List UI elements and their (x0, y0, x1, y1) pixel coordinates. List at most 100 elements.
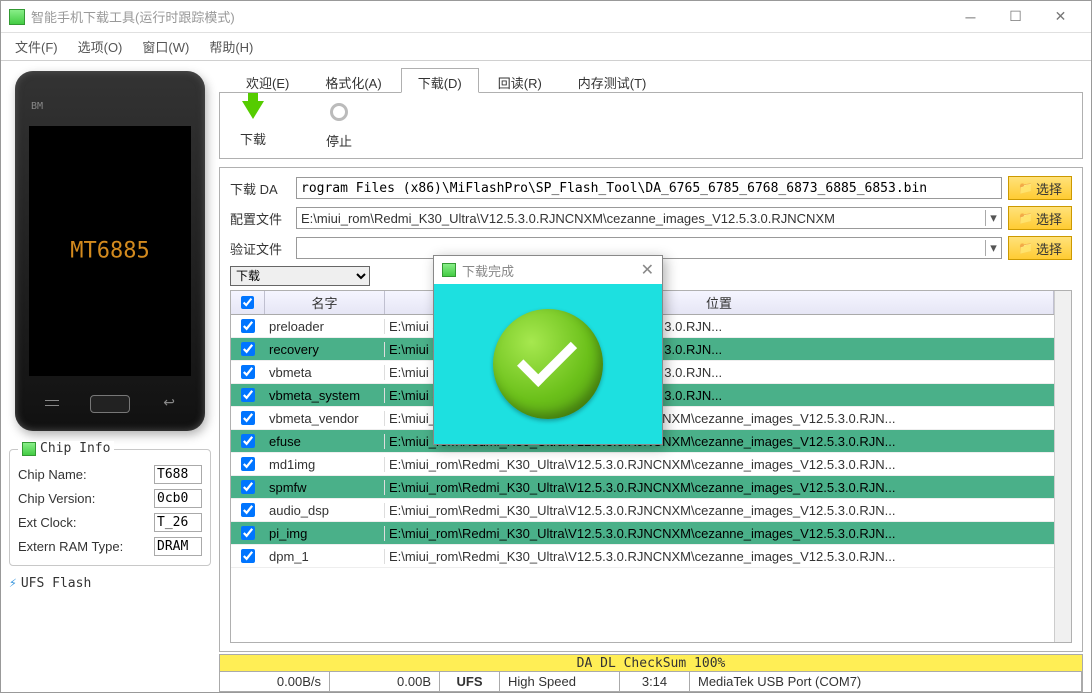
maximize-button[interactable]: ☐ (993, 2, 1038, 32)
status-storage: UFS (440, 672, 500, 691)
menu-file[interactable]: 文件(F) (5, 33, 68, 60)
tab-download[interactable]: 下载(D) (401, 68, 479, 93)
chip-info-title: Chip Info (18, 441, 114, 456)
phone-preview: BM MT6885 ↩ (15, 71, 205, 431)
phone-screen: MT6885 (29, 126, 191, 376)
row-location: E:\miui_rom\Redmi_K30_Ultra\V12.5.3.0.RJ… (385, 457, 1054, 472)
ext-clock-label: Ext Clock: (18, 515, 154, 530)
dialog-body (434, 284, 662, 444)
progress-bar: DA DL CheckSum 100% (219, 654, 1083, 672)
auth-select-button[interactable]: 选择 (1008, 236, 1072, 260)
success-check-icon (493, 309, 603, 419)
row-name: preloader (265, 319, 385, 334)
da-select-button[interactable]: 选择 (1008, 176, 1072, 200)
chip-info-group: Chip Info Chip Name: Chip Version: Ext C… (9, 449, 211, 566)
row-name: audio_dsp (265, 503, 385, 518)
menu-options[interactable]: 选项(O) (68, 33, 133, 60)
menubar: 文件(F) 选项(O) 窗口(W) 帮助(H) (1, 33, 1091, 61)
scatter-label: 配置文件 (230, 209, 290, 228)
table-row[interactable]: pi_imgE:\miui_rom\Redmi_K30_Ultra\V12.5.… (231, 522, 1054, 545)
row-name: recovery (265, 342, 385, 357)
titlebar: 智能手机下载工具(运行时跟踪模式) ─ ☐ ✕ (1, 1, 1091, 33)
stop-icon (326, 103, 352, 129)
table-row[interactable]: md1imgE:\miui_rom\Redmi_K30_Ultra\V12.5.… (231, 453, 1054, 476)
window-title: 智能手机下载工具(运行时跟踪模式) (31, 7, 948, 26)
phone-menu-icon (45, 398, 59, 408)
status-port: MediaTek USB Port (COM7) (690, 672, 1082, 691)
row-name: dpm_1 (265, 549, 385, 564)
row-location: E:\miui_rom\Redmi_K30_Ultra\V12.5.3.0.RJ… (385, 503, 1054, 518)
chip-version-label: Chip Version: (18, 491, 154, 506)
row-checkbox[interactable] (231, 388, 265, 402)
dialog-title: 下载完成 (462, 261, 514, 280)
toolbar: 下载 停止 (219, 93, 1083, 159)
download-button[interactable]: 下载 (240, 101, 266, 150)
table-row[interactable]: audio_dspE:\miui_rom\Redmi_K30_Ultra\V12… (231, 499, 1054, 522)
row-name: efuse (265, 434, 385, 449)
row-location: E:\miui_rom\Redmi_K30_Ultra\V12.5.3.0.RJ… (385, 480, 1054, 495)
stop-button[interactable]: 停止 (326, 101, 352, 150)
chip-label: MT6885 (70, 239, 149, 264)
auth-label: 验证文件 (230, 239, 290, 258)
chip-version-field[interactable] (154, 489, 202, 508)
table-scrollbar[interactable] (1054, 291, 1071, 642)
tab-readback[interactable]: 回读(R) (481, 68, 559, 93)
header-name[interactable]: 名字 (265, 291, 385, 314)
chevron-down-icon: ▾ (985, 240, 1001, 256)
row-name: pi_img (265, 526, 385, 541)
ram-type-field[interactable] (154, 537, 202, 556)
da-input[interactable] (296, 177, 1002, 199)
tab-welcome[interactable]: 欢迎(E) (229, 68, 306, 93)
close-button[interactable]: ✕ (1038, 2, 1083, 32)
dialog-close-button[interactable]: ✕ (641, 260, 654, 280)
status-speed: 0.00B/s (220, 672, 330, 691)
chevron-down-icon: ▾ (985, 210, 1001, 226)
tab-memtest[interactable]: 内存测试(T) (561, 68, 664, 93)
row-name: vbmeta_system (265, 388, 385, 403)
chip-name-label: Chip Name: (18, 467, 154, 482)
status-usb: High Speed (500, 672, 620, 691)
table-row[interactable]: dpm_1E:\miui_rom\Redmi_K30_Ultra\V12.5.3… (231, 545, 1054, 568)
phone-brand-label: BM (31, 101, 43, 112)
row-location: E:\miui_rom\Redmi_K30_Ultra\V12.5.3.0.RJ… (385, 526, 1054, 541)
progress-area: DA DL CheckSum 100% 0.00B/s 0.00B UFS Hi… (219, 654, 1083, 692)
scatter-select-button[interactable]: 选择 (1008, 206, 1072, 230)
row-checkbox[interactable] (231, 526, 265, 540)
menu-help[interactable]: 帮助(H) (199, 33, 263, 60)
header-check-all[interactable] (231, 291, 265, 314)
status-time: 3:14 (620, 672, 690, 691)
status-bar: 0.00B/s 0.00B UFS High Speed 3:14 MediaT… (219, 672, 1083, 692)
row-checkbox[interactable] (231, 434, 265, 448)
left-panel: BM MT6885 ↩ Chip Info Chip Name: Chip Ve… (1, 61, 219, 692)
row-name: md1img (265, 457, 385, 472)
download-mode-select[interactable]: 下载 (230, 266, 370, 286)
app-window: 智能手机下载工具(运行时跟踪模式) ─ ☐ ✕ 文件(F) 选项(O) 窗口(W… (0, 0, 1092, 693)
row-checkbox[interactable] (231, 457, 265, 471)
row-checkbox[interactable] (231, 549, 265, 563)
row-name: spmfw (265, 480, 385, 495)
scatter-combo[interactable]: E:\miui_rom\Redmi_K30_Ultra\V12.5.3.0.RJ… (296, 207, 1002, 229)
phone-home-icon (90, 395, 130, 413)
row-checkbox[interactable] (231, 411, 265, 425)
download-arrow-icon (240, 101, 266, 127)
row-name: vbmeta (265, 365, 385, 380)
menu-window[interactable]: 窗口(W) (132, 33, 199, 60)
ram-type-label: Extern RAM Type: (18, 539, 154, 554)
row-checkbox[interactable] (231, 503, 265, 517)
row-location: E:\miui_rom\Redmi_K30_Ultra\V12.5.3.0.RJ… (385, 549, 1054, 564)
row-checkbox[interactable] (231, 319, 265, 333)
da-label: 下载 DA (230, 179, 290, 198)
tabbar: 欢迎(E) 格式化(A) 下载(D) 回读(R) 内存测试(T) (219, 67, 1083, 93)
status-size: 0.00B (330, 672, 440, 691)
ufs-flash-label: UFS Flash (9, 576, 211, 591)
ext-clock-field[interactable] (154, 513, 202, 532)
chip-name-field[interactable] (154, 465, 202, 484)
minimize-button[interactable]: ─ (948, 2, 993, 32)
row-checkbox[interactable] (231, 365, 265, 379)
tab-format[interactable]: 格式化(A) (308, 68, 398, 93)
row-checkbox[interactable] (231, 342, 265, 356)
row-name: vbmeta_vendor (265, 411, 385, 426)
table-row[interactable]: spmfwE:\miui_rom\Redmi_K30_Ultra\V12.5.3… (231, 476, 1054, 499)
row-checkbox[interactable] (231, 480, 265, 494)
phone-back-icon: ↩ (163, 394, 175, 411)
